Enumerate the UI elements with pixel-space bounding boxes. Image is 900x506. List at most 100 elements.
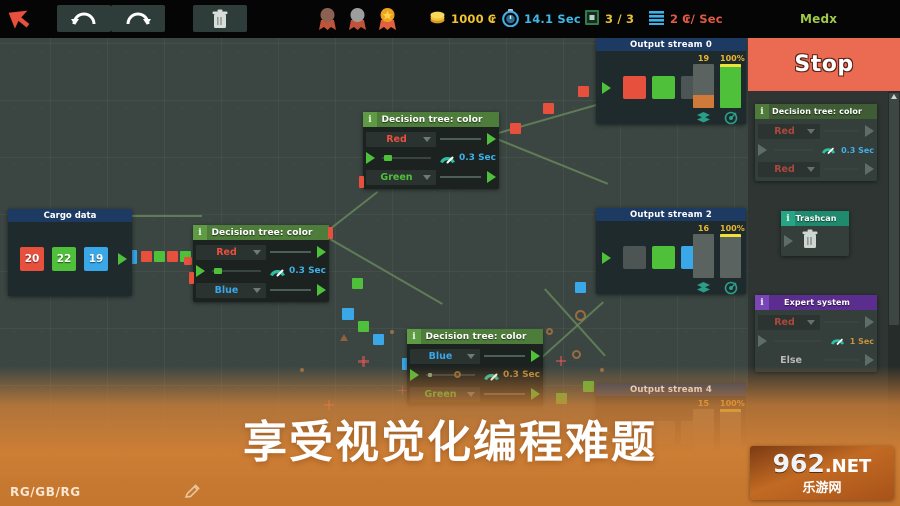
percent-meter: 100% [720, 53, 745, 125]
node-side-stub [359, 176, 364, 188]
scrollbar-thumb[interactable] [889, 93, 899, 325]
color-select[interactable]: Red [758, 123, 820, 139]
data-packet [141, 251, 152, 262]
node-output-port-false[interactable] [531, 388, 540, 400]
chevron-down-icon[interactable] [467, 353, 475, 359]
output-stream-input-port[interactable] [602, 81, 611, 94]
cursor-arrow-icon[interactable] [6, 4, 36, 34]
chevron-down-icon[interactable] [253, 287, 261, 293]
node-wire[interactable] [270, 289, 311, 291]
scroll-up-arrow-icon[interactable] [891, 94, 897, 99]
color-select[interactable]: Red [758, 314, 820, 330]
info-icon[interactable]: i [781, 211, 795, 226]
stop-button-label: Stop [794, 52, 854, 77]
cargo-output-port[interactable] [118, 253, 127, 265]
wire-nub [214, 268, 222, 274]
node-wire[interactable] [484, 393, 525, 395]
color-select[interactable]: Blue [196, 282, 266, 298]
delay-gauge[interactable]: 0.3 Sec [439, 150, 496, 167]
chevron-down-icon[interactable] [467, 391, 475, 397]
color-select[interactable]: Green [410, 386, 480, 402]
stopwatch-icon [502, 8, 519, 30]
color-select-value: Green [424, 388, 457, 400]
game-screen: Cargo data 20 22 19 i Decision tree: col… [0, 0, 900, 506]
info-icon[interactable]: i [755, 104, 769, 119]
node-wire[interactable] [440, 176, 481, 178]
node-row-condition: Red [366, 131, 496, 147]
chevron-down-icon[interactable] [253, 249, 261, 255]
node-wire[interactable] [212, 268, 261, 274]
output-stream-panel[interactable]: Output stream 0 19 100% [596, 38, 746, 124]
output-stream-input-port[interactable] [602, 251, 611, 264]
chevron-down-icon[interactable] [423, 174, 431, 180]
node-output-port-false[interactable] [317, 284, 326, 296]
palette-body: Red [755, 310, 877, 372]
count-meter: 16 [693, 223, 714, 295]
palette-body [781, 226, 849, 256]
node-wire[interactable] [426, 371, 475, 378]
node-input-port[interactable] [196, 265, 205, 277]
node-output-port-false[interactable] [487, 171, 496, 183]
palette-input-port [784, 235, 793, 247]
node-side-stub [189, 272, 194, 284]
chevron-down-icon[interactable] [807, 166, 815, 172]
output-stream-body: 16 100% [596, 221, 746, 294]
cargo-box[interactable]: 20 [20, 247, 44, 271]
color-select[interactable]: Blue [410, 348, 480, 364]
delete-button[interactable] [193, 5, 247, 32]
undo-button[interactable] [57, 5, 111, 32]
cargo-box[interactable]: 22 [52, 247, 76, 271]
node-wire[interactable] [440, 138, 481, 140]
color-select[interactable]: Red [366, 131, 436, 147]
node-output-port-true[interactable] [531, 350, 540, 362]
info-icon[interactable]: i [193, 225, 207, 240]
redo-button[interactable] [111, 5, 165, 32]
chevron-down-icon[interactable] [807, 319, 815, 325]
node-wire[interactable] [484, 355, 525, 357]
delay-gauge: 0.3 Sec [821, 142, 874, 159]
cargo-data-panel[interactable]: Cargo data 20 22 19 [8, 209, 132, 296]
pencil-icon[interactable] [184, 483, 201, 504]
data-packet [556, 393, 567, 404]
node-output-port-true[interactable] [317, 246, 326, 258]
color-select-value: Blue [428, 350, 453, 362]
color-select-value: Red [216, 246, 237, 258]
delay-gauge[interactable]: 0.3 Sec [483, 367, 540, 384]
palette-decision-tree[interactable]: i Decision tree: color Red 0.3 Sec Red [755, 104, 877, 181]
delay-gauge[interactable]: 0.3 Sec [269, 263, 326, 280]
cargo-box[interactable]: 19 [84, 247, 108, 271]
output-stream-panel[interactable]: Output stream 2 16 100% [596, 208, 746, 294]
stack-icon [693, 280, 714, 295]
node-input-port[interactable] [366, 152, 375, 164]
output-meters: 19 100% [693, 53, 745, 125]
palette-wire [824, 130, 859, 132]
node-title: Decision tree: color [425, 331, 527, 342]
color-select[interactable]: Red [196, 244, 266, 260]
decision-tree-node[interactable]: i Decision tree: color Blue 0.3 Sec Gree… [407, 329, 543, 406]
chevron-down-icon[interactable] [807, 128, 815, 134]
gauge-dial-icon [483, 367, 500, 384]
player-name[interactable]: Medx [800, 0, 837, 38]
color-select[interactable]: Green [366, 169, 436, 185]
percent-cap [720, 64, 741, 67]
node-wire[interactable] [270, 251, 311, 253]
else-select[interactable]: Else [758, 353, 820, 368]
node-output-port-true[interactable] [487, 133, 496, 145]
info-icon[interactable]: i [363, 112, 377, 127]
palette-expert-system[interactable]: i Expert system Red 1 Sec Else [755, 295, 877, 372]
cargo-data-body: 20 22 19 [8, 222, 132, 296]
palette-body: Red [755, 119, 877, 181]
decision-tree-node[interactable]: i Decision tree: color Red [189, 225, 333, 302]
info-icon[interactable]: i [755, 295, 769, 310]
palette-trashcan[interactable]: i Trashcan [781, 211, 849, 256]
chevron-down-icon[interactable] [423, 136, 431, 142]
decision-tree-node[interactable]: i Decision tree: color Red [359, 112, 499, 189]
node-wire[interactable] [382, 155, 431, 161]
node-input-port[interactable] [410, 369, 419, 381]
output-stream-title: Output stream 4 [596, 383, 746, 396]
stat-time: 14.1 Sec [502, 0, 581, 38]
color-select-value: Green [380, 171, 413, 183]
stop-button[interactable]: Stop [748, 38, 900, 91]
info-icon[interactable]: i [407, 329, 421, 344]
color-select[interactable]: Red [758, 161, 820, 177]
